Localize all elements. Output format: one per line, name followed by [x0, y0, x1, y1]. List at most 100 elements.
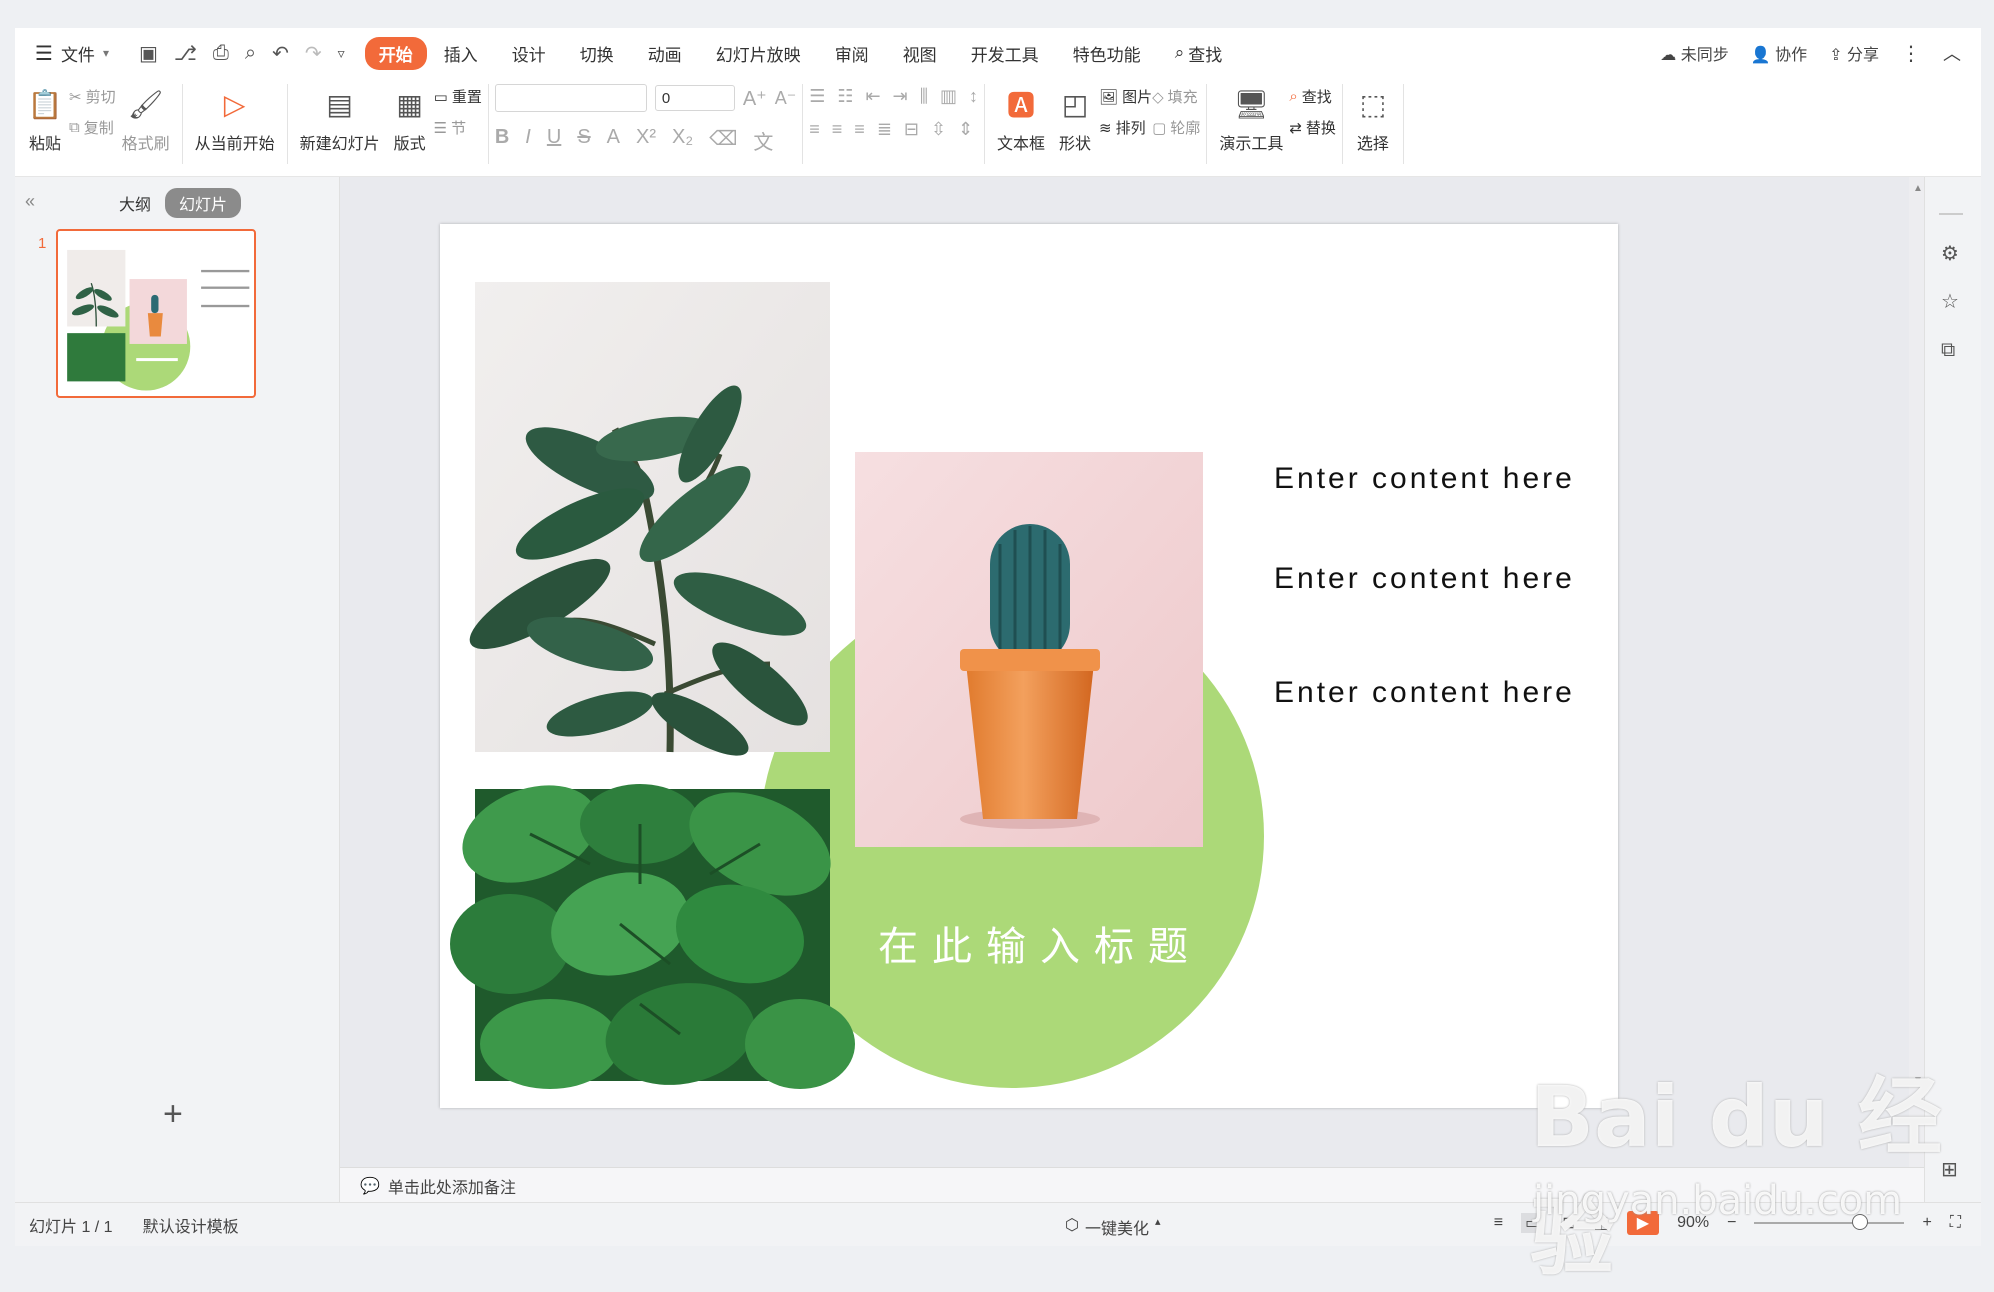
tab-special[interactable]: 特色功能: [1056, 37, 1158, 70]
content-line-1[interactable]: Enter content here: [1274, 462, 1575, 496]
font-color-icon[interactable]: A: [607, 126, 620, 155]
caret-up-icon: ▴: [1154, 1216, 1161, 1228]
text-direction-icon[interactable]: ⫼: [920, 86, 928, 107]
present-tools-button[interactable]: 🖥 演示工具: [1213, 78, 1289, 158]
numbered-list-icon[interactable]: ☷: [837, 86, 853, 107]
section-button[interactable]: ☰ 节: [434, 117, 482, 138]
bold-icon[interactable]: B: [495, 126, 509, 155]
italic-icon[interactable]: I: [525, 126, 531, 155]
tab-design[interactable]: 设计: [495, 37, 563, 70]
tab-slides[interactable]: 幻灯片: [165, 188, 242, 218]
beautify-button[interactable]: ⬡ 一键美化 ▴: [1065, 1215, 1161, 1239]
format-row: B I U S A X² X₂ ⌫ 文: [495, 126, 774, 155]
subscript-icon[interactable]: X₂: [672, 126, 693, 155]
find-replace: ⌕ 查找 ⇄ 替换: [1289, 78, 1336, 138]
slide-thumbnail[interactable]: [56, 229, 256, 398]
bullet-list-icon[interactable]: ☰: [809, 86, 825, 107]
slide-title[interactable]: 在此输入标题: [878, 914, 1202, 972]
increase-indent-icon[interactable]: ⇥: [893, 86, 908, 107]
decrease-indent-icon[interactable]: ⇤: [866, 86, 881, 107]
share-button[interactable]: ⇪ 分享: [1829, 41, 1879, 65]
slide[interactable]: Enter content here Enter content here En…: [440, 224, 1618, 1108]
tab-review[interactable]: 审阅: [818, 37, 886, 70]
layout-button[interactable]: ▦ 版式: [386, 78, 434, 158]
template-name[interactable]: 默认设计模板: [143, 1213, 239, 1237]
redo-icon[interactable]: ↷: [305, 41, 322, 66]
copy-button[interactable]: ⧉ 复制: [69, 117, 116, 138]
divider: [1402, 84, 1404, 164]
strikethrough-icon[interactable]: S: [577, 126, 590, 155]
format-painter-button[interactable]: 🖌 格式刷: [116, 78, 176, 158]
print-icon[interactable]: ⎙: [213, 42, 229, 65]
eraser-icon[interactable]: ⌫: [709, 126, 737, 155]
content-line-3[interactable]: Enter content here: [1274, 676, 1575, 710]
fill-button[interactable]: ◇ 填充: [1152, 86, 1200, 107]
right-sidebar: ⚙ ☆ ⧉ ⊞: [1924, 177, 1981, 1202]
tab-animation[interactable]: 动画: [631, 37, 699, 70]
paste-button[interactable]: 📋 粘贴: [21, 78, 69, 158]
tab-view[interactable]: 视图: [886, 37, 954, 70]
menu-bar: ☰ 文件 ▾ ▣ ⎇ ⎙ ⌕ ↶ ↷ ▿ 开始 插入 设计 切换 动画 幻灯片放…: [15, 28, 1981, 78]
paragraph-spacing-icon[interactable]: ⇕: [958, 119, 973, 140]
tab-insert[interactable]: 插入: [427, 37, 495, 70]
reset-button[interactable]: ▭ 重置: [434, 86, 482, 107]
tab-home[interactable]: 开始: [364, 36, 427, 70]
customize-icon[interactable]: ▿: [338, 45, 345, 62]
collapse-panel-icon[interactable]: «: [25, 191, 35, 212]
drawing-small: 🖼 图片 ≋ 排列: [1099, 78, 1152, 138]
font-size-select[interactable]: 0: [654, 85, 735, 111]
search-command[interactable]: ⌕ 查找: [1158, 37, 1240, 70]
add-slide-icon[interactable]: +: [163, 1095, 183, 1134]
vertical-scrollbar[interactable]: ▲ ▼: [1909, 177, 1925, 1167]
tab-slideshow[interactable]: 幻灯片放映: [699, 37, 818, 70]
shape-button[interactable]: ◰ 形状: [1051, 78, 1099, 158]
grow-font-icon[interactable]: A⁺: [743, 86, 767, 111]
find-button[interactable]: ⌕ 查找: [1289, 86, 1336, 107]
collapse-ribbon-icon[interactable]: ︿: [1943, 40, 1961, 66]
file-menu[interactable]: ☰ 文件 ▾: [35, 41, 109, 66]
outline-button[interactable]: ▢ 轮廓: [1152, 117, 1200, 138]
line-spacing-icon[interactable]: ↕: [969, 86, 978, 107]
textbox-button[interactable]: 🅰 文本框: [991, 78, 1051, 158]
new-slide-button[interactable]: ▤ 新建幻灯片: [294, 78, 386, 158]
star-icon[interactable]: ☆: [1941, 289, 1959, 314]
arrange-button[interactable]: ≋ 排列: [1099, 117, 1152, 138]
underline-icon[interactable]: U: [547, 126, 561, 155]
replace-button[interactable]: ⇄ 替换: [1289, 117, 1336, 138]
select-button[interactable]: ⬚ 选择: [1349, 78, 1397, 158]
textbox-label: 文本框: [997, 136, 1046, 153]
text-effect-icon[interactable]: 文: [753, 126, 773, 155]
leaves-photo: [450, 784, 855, 1089]
scroll-up-icon[interactable]: ▲: [1913, 183, 1923, 194]
tab-outline[interactable]: 大纲: [119, 191, 151, 215]
tab-developer[interactable]: 开发工具: [954, 37, 1056, 70]
vertical-align-icon[interactable]: ⇳: [931, 119, 946, 140]
align-left-icon[interactable]: ≡: [809, 119, 820, 140]
save-icon[interactable]: ▣: [139, 41, 158, 66]
align-right-icon[interactable]: ≡: [854, 119, 865, 140]
tab-transition[interactable]: 切换: [563, 37, 631, 70]
shrink-font-icon[interactable]: A⁻: [775, 88, 797, 109]
undo-icon[interactable]: ↶: [272, 41, 289, 66]
copy-window-icon[interactable]: ⧉: [1941, 339, 1955, 362]
superscript-icon[interactable]: X²: [636, 126, 656, 155]
notes-toggle-icon[interactable]: ≡: [1494, 1214, 1503, 1232]
font-name-select[interactable]: [494, 84, 647, 112]
select-icon: ⬚: [1359, 88, 1387, 120]
play-from-current-button[interactable]: ▷ 从当前开始: [189, 78, 281, 158]
collab-button[interactable]: 👤 协作: [1751, 41, 1807, 65]
distribute-icon[interactable]: ⊟: [904, 119, 919, 140]
justify-icon[interactable]: ≣: [877, 119, 892, 140]
content-line-2[interactable]: Enter content here: [1274, 562, 1575, 596]
settings-sliders-icon[interactable]: ⚙: [1941, 241, 1959, 266]
format-icon[interactable]: ⎇: [174, 41, 197, 66]
print-preview-icon[interactable]: ⌕: [245, 42, 256, 65]
cut-button[interactable]: ✂ 剪切: [69, 86, 116, 107]
picture-button[interactable]: 🖼 图片: [1099, 86, 1152, 107]
menu-right: ☁ 未同步 👤 协作 ⇪ 分享 ⋮ ︿: [1660, 40, 1961, 66]
columns-icon[interactable]: ▥: [940, 86, 957, 107]
more-icon[interactable]: ⋮: [1901, 41, 1921, 66]
sync-button[interactable]: ☁ 未同步: [1660, 41, 1728, 65]
align-center-icon[interactable]: ≡: [832, 119, 843, 140]
beautify-label: 一键美化: [1084, 1221, 1149, 1238]
